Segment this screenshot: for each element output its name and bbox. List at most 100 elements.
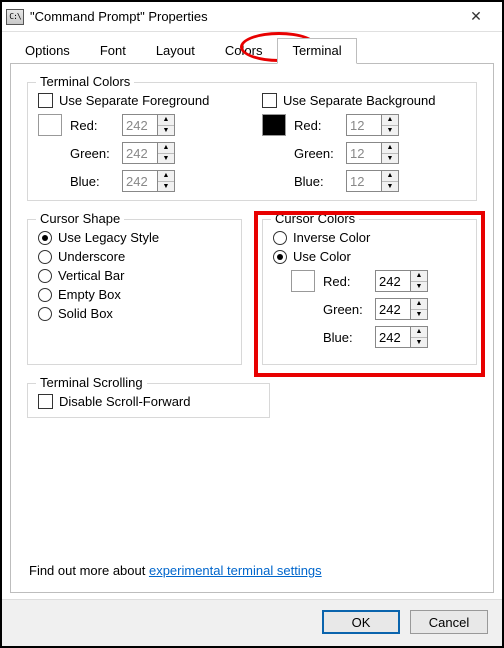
checkbox-icon [262,93,277,108]
fg-blue-label: Blue: [70,174,122,189]
chevron-down-icon[interactable]: ▼ [382,126,398,136]
spinner-buttons[interactable]: ▲▼ [411,270,428,292]
chevron-up-icon[interactable]: ▲ [158,143,174,154]
cursor-color-swatch[interactable] [291,270,315,292]
radio-solid-box[interactable]: Solid Box [38,306,231,321]
link-prefix: Find out more about [29,563,149,578]
info-link-row: Find out more about experimental termina… [27,557,477,582]
fg-swatch[interactable] [38,114,62,136]
bg-green-input[interactable] [346,142,382,164]
spinner-buttons[interactable]: ▲▼ [411,326,428,348]
chevron-up-icon[interactable]: ▲ [382,115,398,126]
legend-cursor-shape: Cursor Shape [36,211,124,226]
cursor-red-input[interactable] [375,270,411,292]
radio-legacy[interactable]: Use Legacy Style [38,230,231,245]
window-title: "Command Prompt" Properties [30,9,456,24]
chevron-up-icon[interactable]: ▲ [382,171,398,182]
radio-inverse-color[interactable]: Inverse Color [273,230,466,245]
button-bar: OK Cancel [2,599,502,646]
radio-solid-label: Solid Box [58,306,113,321]
cb-separate-background[interactable]: Use Separate Background [262,93,466,108]
bg-red-input[interactable] [346,114,382,136]
chevron-up-icon[interactable]: ▲ [411,327,427,338]
cursor-blue-spinner[interactable]: ▲▼ [375,326,428,348]
chevron-down-icon[interactable]: ▼ [411,282,427,292]
spinner-buttons[interactable]: ▲▼ [158,114,175,136]
chevron-up-icon[interactable]: ▲ [382,143,398,154]
legend-terminal-colors: Terminal Colors [36,74,134,89]
chevron-up-icon[interactable]: ▲ [411,271,427,282]
tab-panel-terminal: Terminal Colors Use Separate Foreground … [10,63,494,593]
tab-options[interactable]: Options [10,38,85,64]
spinner-buttons[interactable]: ▲▼ [411,298,428,320]
chevron-down-icon[interactable]: ▼ [158,126,174,136]
radio-icon [38,269,52,283]
radio-icon [273,231,287,245]
radio-empty-box[interactable]: Empty Box [38,287,231,302]
cb-disable-scroll-forward[interactable]: Disable Scroll-Forward [38,394,259,409]
bg-blue-input[interactable] [346,170,382,192]
cursor-red-spinner[interactable]: ▲▼ [375,270,428,292]
radio-vbar-label: Vertical Bar [58,268,124,283]
cursor-blue-label: Blue: [323,330,375,345]
chevron-up-icon[interactable]: ▲ [158,171,174,182]
spinner-buttons[interactable]: ▲▼ [382,142,399,164]
group-cursor-shape: Cursor Shape Use Legacy Style Underscore… [27,219,242,365]
radio-icon [273,250,287,264]
cancel-button[interactable]: Cancel [410,610,488,634]
radio-inverse-label: Inverse Color [293,230,370,245]
bg-red-spinner[interactable]: ▲▼ [346,114,399,136]
fg-red-spinner[interactable]: ▲▼ [122,114,175,136]
fg-blue-spinner[interactable]: ▲▼ [122,170,175,192]
cursor-blue-input[interactable] [375,326,411,348]
ok-button[interactable]: OK [322,610,400,634]
fg-red-label: Red: [70,118,122,133]
legend-cursor-colors: Cursor Colors [271,211,359,226]
experimental-link[interactable]: experimental terminal settings [149,563,322,578]
spinner-buttons[interactable]: ▲▼ [382,170,399,192]
tab-strip: Options Font Layout Colors Terminal [10,38,494,64]
app-icon: C:\ [6,9,24,25]
spinner-buttons[interactable]: ▲▼ [158,170,175,192]
radio-icon [38,288,52,302]
tab-layout[interactable]: Layout [141,38,210,64]
radio-underscore-label: Underscore [58,249,125,264]
tab-font[interactable]: Font [85,38,141,64]
group-terminal-scrolling: Terminal Scrolling Disable Scroll-Forwar… [27,383,270,418]
radio-icon [38,250,52,264]
bg-blue-spinner[interactable]: ▲▼ [346,170,399,192]
spinner-buttons[interactable]: ▲▼ [158,142,175,164]
cursor-green-spinner[interactable]: ▲▼ [375,298,428,320]
chevron-down-icon[interactable]: ▼ [382,154,398,164]
cursor-green-label: Green: [323,302,375,317]
chevron-down-icon[interactable]: ▼ [411,338,427,348]
close-button[interactable]: ✕ [456,4,496,30]
spinner-buttons[interactable]: ▲▼ [382,114,399,136]
title-bar: C:\ "Command Prompt" Properties ✕ [2,2,502,32]
col-foreground: Use Separate Foreground Red: ▲▼ [38,93,242,192]
radio-icon [38,307,52,321]
chevron-down-icon[interactable]: ▼ [158,154,174,164]
bg-swatch[interactable] [262,114,286,136]
fg-blue-input[interactable] [122,170,158,192]
radio-legacy-label: Use Legacy Style [58,230,159,245]
tab-terminal[interactable]: Terminal [277,38,356,64]
radio-vertical-bar[interactable]: Vertical Bar [38,268,231,283]
fg-green-input[interactable] [122,142,158,164]
cb-separate-foreground[interactable]: Use Separate Foreground [38,93,242,108]
legend-scrolling: Terminal Scrolling [36,375,147,390]
bg-blue-label: Blue: [294,174,346,189]
fg-red-input[interactable] [122,114,158,136]
radio-use-color[interactable]: Use Color [273,249,466,264]
bg-green-spinner[interactable]: ▲▼ [346,142,399,164]
radio-icon [38,231,52,245]
chevron-down-icon[interactable]: ▼ [158,182,174,192]
chevron-up-icon[interactable]: ▲ [411,299,427,310]
chevron-down-icon[interactable]: ▼ [382,182,398,192]
cursor-green-input[interactable] [375,298,411,320]
chevron-down-icon[interactable]: ▼ [411,310,427,320]
fg-green-spinner[interactable]: ▲▼ [122,142,175,164]
radio-underscore[interactable]: Underscore [38,249,231,264]
tab-colors[interactable]: Colors [210,38,278,64]
chevron-up-icon[interactable]: ▲ [158,115,174,126]
